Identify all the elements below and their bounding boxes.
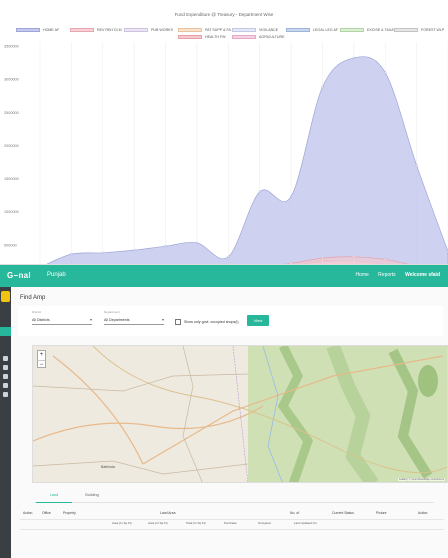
data-point[interactable] xyxy=(227,255,230,258)
sidebar-item-2[interactable] xyxy=(3,365,8,370)
subcol-last-updated: Last Updated On xyxy=(294,521,317,525)
col-action-2: Action xyxy=(418,511,428,515)
data-point[interactable] xyxy=(101,251,104,254)
col-office: Office xyxy=(42,511,51,515)
filter-bar: District All Districts ▾ Department All D… xyxy=(18,306,443,336)
chart-plot: 500000 1000000 1500000 2000000 2500000 300000… xyxy=(4,42,448,264)
divider xyxy=(20,529,444,530)
subcol-occupied: Occupied xyxy=(258,521,271,525)
map-tiles xyxy=(33,346,447,482)
data-point[interactable] xyxy=(384,71,387,74)
y-tick-label: 3000000 xyxy=(4,78,19,82)
data-point[interactable] xyxy=(352,255,355,258)
data-point[interactable] xyxy=(321,85,324,89)
sidebar-item-4[interactable] xyxy=(3,383,8,388)
series-area[interactable] xyxy=(40,56,448,264)
sidebar xyxy=(0,287,11,558)
state-title: Punjab xyxy=(47,272,66,278)
subcol-area-2: Area (In Sq Ft) xyxy=(148,521,168,525)
data-point[interactable] xyxy=(164,245,167,248)
tab-land[interactable]: Land xyxy=(36,493,72,503)
district-filter: District All Districts ▾ xyxy=(32,310,92,325)
app-window: G−nal Punjab Home Reports Welcome sfaid … xyxy=(0,264,448,558)
y-tick-label: 1500000 xyxy=(4,177,19,181)
user-menu[interactable]: Welcome sfaid xyxy=(405,272,440,278)
sidebar-item-3[interactable] xyxy=(3,374,8,379)
data-point[interactable] xyxy=(352,56,355,60)
data-point[interactable] xyxy=(384,258,387,261)
tab-building[interactable]: Building xyxy=(74,493,110,503)
subcol-total: Total (In Sq Ft) xyxy=(186,521,206,525)
district-select[interactable]: All Districts ▾ xyxy=(32,316,92,325)
zoom-control: + − xyxy=(37,350,46,368)
sidebar-item-1[interactable] xyxy=(3,356,8,361)
occupied-checkbox[interactable] xyxy=(175,319,181,325)
chevron-down-icon: ▾ xyxy=(161,317,164,322)
sidebar-item-active[interactable] xyxy=(0,327,11,336)
view-button[interactable]: View xyxy=(247,315,269,326)
col-current-status: Current Status xyxy=(332,511,354,515)
map-attribution: Leaflet | © OpenStreetMap contributors xyxy=(397,478,445,481)
col-action: Action xyxy=(23,511,33,515)
sidebar-item-5[interactable] xyxy=(3,392,8,397)
subcol-area-1: Area (In Sq Ft) xyxy=(112,521,132,525)
data-point[interactable] xyxy=(321,256,324,260)
col-land-area: Land Area xyxy=(160,511,176,515)
y-tick-label: 3500000 xyxy=(4,45,19,49)
department-select[interactable]: All Departments ▾ xyxy=(104,316,164,325)
zoom-out-button[interactable]: − xyxy=(38,359,45,369)
zoom-in-button[interactable]: + xyxy=(38,351,45,360)
brand-logo[interactable]: G−nal xyxy=(7,271,31,280)
divider xyxy=(20,519,444,520)
occupied-checkbox-label: Show only govt. occupied shops(l) xyxy=(184,320,239,324)
district-label: District xyxy=(32,310,42,314)
y-tick-label: 2000000 xyxy=(4,144,19,148)
tab-bar: Land Building xyxy=(34,490,434,503)
department-filter: Department All Departments ▾ xyxy=(104,310,164,325)
data-point[interactable] xyxy=(70,252,73,256)
y-tick-label: 1000000 xyxy=(4,210,19,214)
data-point[interactable] xyxy=(289,195,293,198)
y-tick-label: 500000 xyxy=(4,243,17,247)
map-city-label: Bathinda xyxy=(101,465,115,469)
subcol-purchase: Purchase xyxy=(224,521,237,525)
department-label: Department xyxy=(104,310,120,314)
map-view[interactable]: + − Bathinda Leaflet | © OpenStreetMap c… xyxy=(32,345,448,483)
data-point[interactable] xyxy=(258,190,261,193)
avatar[interactable] xyxy=(1,291,10,302)
col-no-of: No. of xyxy=(290,511,300,515)
page-title: Find Amp xyxy=(20,295,46,301)
top-nav: Home Reports Welcome sfaid xyxy=(347,272,440,278)
col-property: Property xyxy=(63,511,76,515)
table-subheader-row: Area (In Sq Ft) Area (In Sq Ft) Total (I… xyxy=(20,521,444,528)
y-tick-label: 2500000 xyxy=(4,111,19,115)
col-picture: Picture xyxy=(376,511,387,515)
chart-panel: Fund Expenditure @ Treasury - Department… xyxy=(0,0,448,264)
nav-reports[interactable]: Reports xyxy=(378,272,396,278)
data-point[interactable] xyxy=(133,249,136,252)
nav-home[interactable]: Home xyxy=(355,272,368,278)
table-header-row: Action Office Property Land Area No. of … xyxy=(20,511,444,518)
data-point[interactable] xyxy=(415,164,418,167)
app-header: G−nal Punjab Home Reports Welcome sfaid xyxy=(0,265,448,287)
chevron-down-icon: ▾ xyxy=(89,317,92,322)
data-point[interactable] xyxy=(195,241,199,245)
